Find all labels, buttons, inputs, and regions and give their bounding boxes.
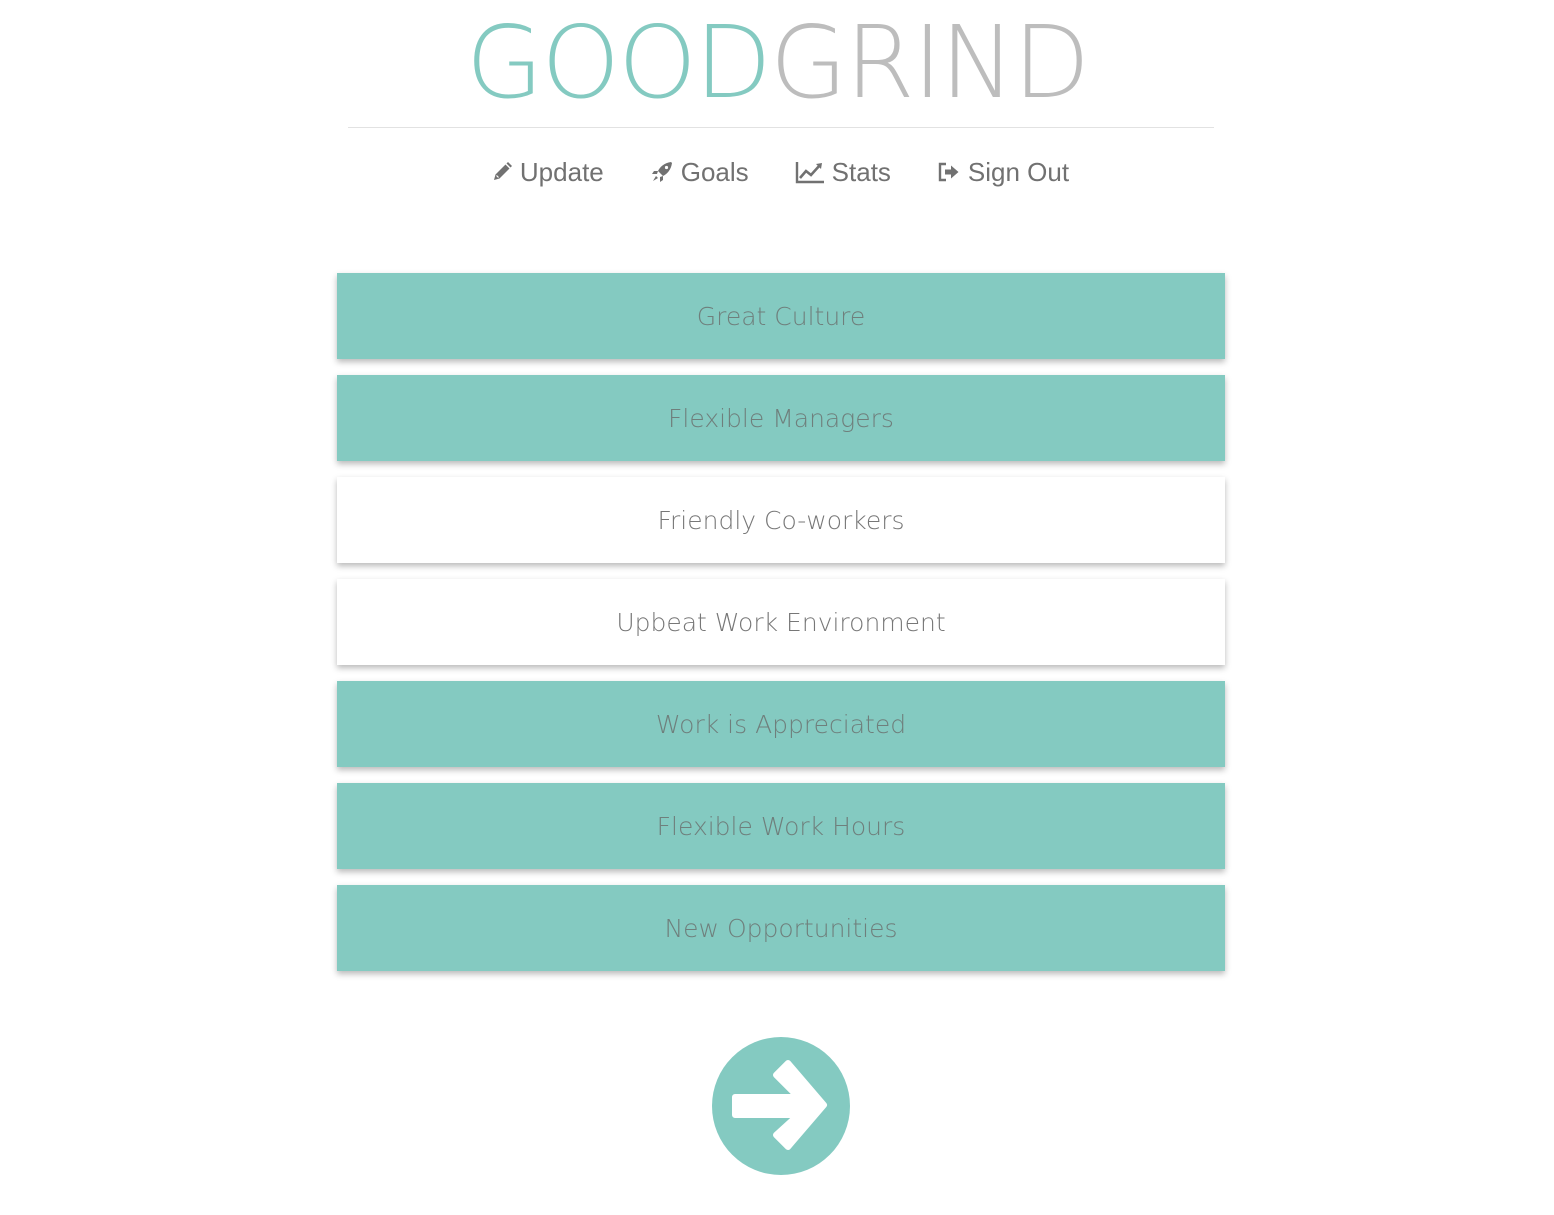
option-label: Great Culture: [696, 301, 866, 331]
option-label: Upbeat Work Environment: [616, 607, 946, 637]
option-label: Flexible Work Hours: [656, 811, 906, 841]
main-nav: Update Goals Stats Sign Out: [0, 152, 1554, 192]
option-label: New Opportunities: [664, 913, 898, 943]
arrow-right-icon: [732, 1060, 827, 1150]
nav-sign-out[interactable]: Sign Out: [937, 152, 1069, 192]
nav-goals-label: Goals: [680, 156, 749, 187]
nav-stats[interactable]: Stats: [795, 152, 891, 192]
option-label: Friendly Co-workers: [657, 505, 905, 535]
app-logo: GOODGRIND: [0, 8, 1554, 118]
option-label: Flexible Managers: [668, 403, 894, 433]
nav-sign-out-label: Sign Out: [967, 156, 1070, 187]
line-chart-icon: [795, 160, 825, 184]
option-work-is-appreciated[interactable]: Work is Appreciated: [337, 681, 1225, 767]
pencil-icon: [491, 161, 513, 183]
header-divider: [348, 127, 1214, 128]
option-upbeat-work-environment[interactable]: Upbeat Work Environment: [337, 579, 1225, 665]
logo-grind: GRIND: [769, 4, 1090, 121]
options-list: Great Culture Flexible Managers Friendly…: [337, 273, 1225, 987]
logo-good: GOOD: [465, 4, 772, 121]
nav-update-label: Update: [519, 156, 604, 187]
option-great-culture[interactable]: Great Culture: [337, 273, 1225, 359]
option-new-opportunities[interactable]: New Opportunities: [337, 885, 1225, 971]
rocket-icon: [650, 160, 674, 184]
nav-update[interactable]: Update: [491, 152, 604, 192]
option-flexible-managers[interactable]: Flexible Managers: [337, 375, 1225, 461]
next-button[interactable]: [712, 1037, 850, 1175]
option-friendly-co-workers[interactable]: Friendly Co-workers: [337, 477, 1225, 563]
option-label: Work is Appreciated: [655, 709, 907, 739]
sign-out-icon: [937, 161, 961, 183]
option-flexible-work-hours[interactable]: Flexible Work Hours: [337, 783, 1225, 869]
nav-stats-label: Stats: [831, 156, 891, 187]
nav-goals[interactable]: Goals: [650, 152, 749, 192]
